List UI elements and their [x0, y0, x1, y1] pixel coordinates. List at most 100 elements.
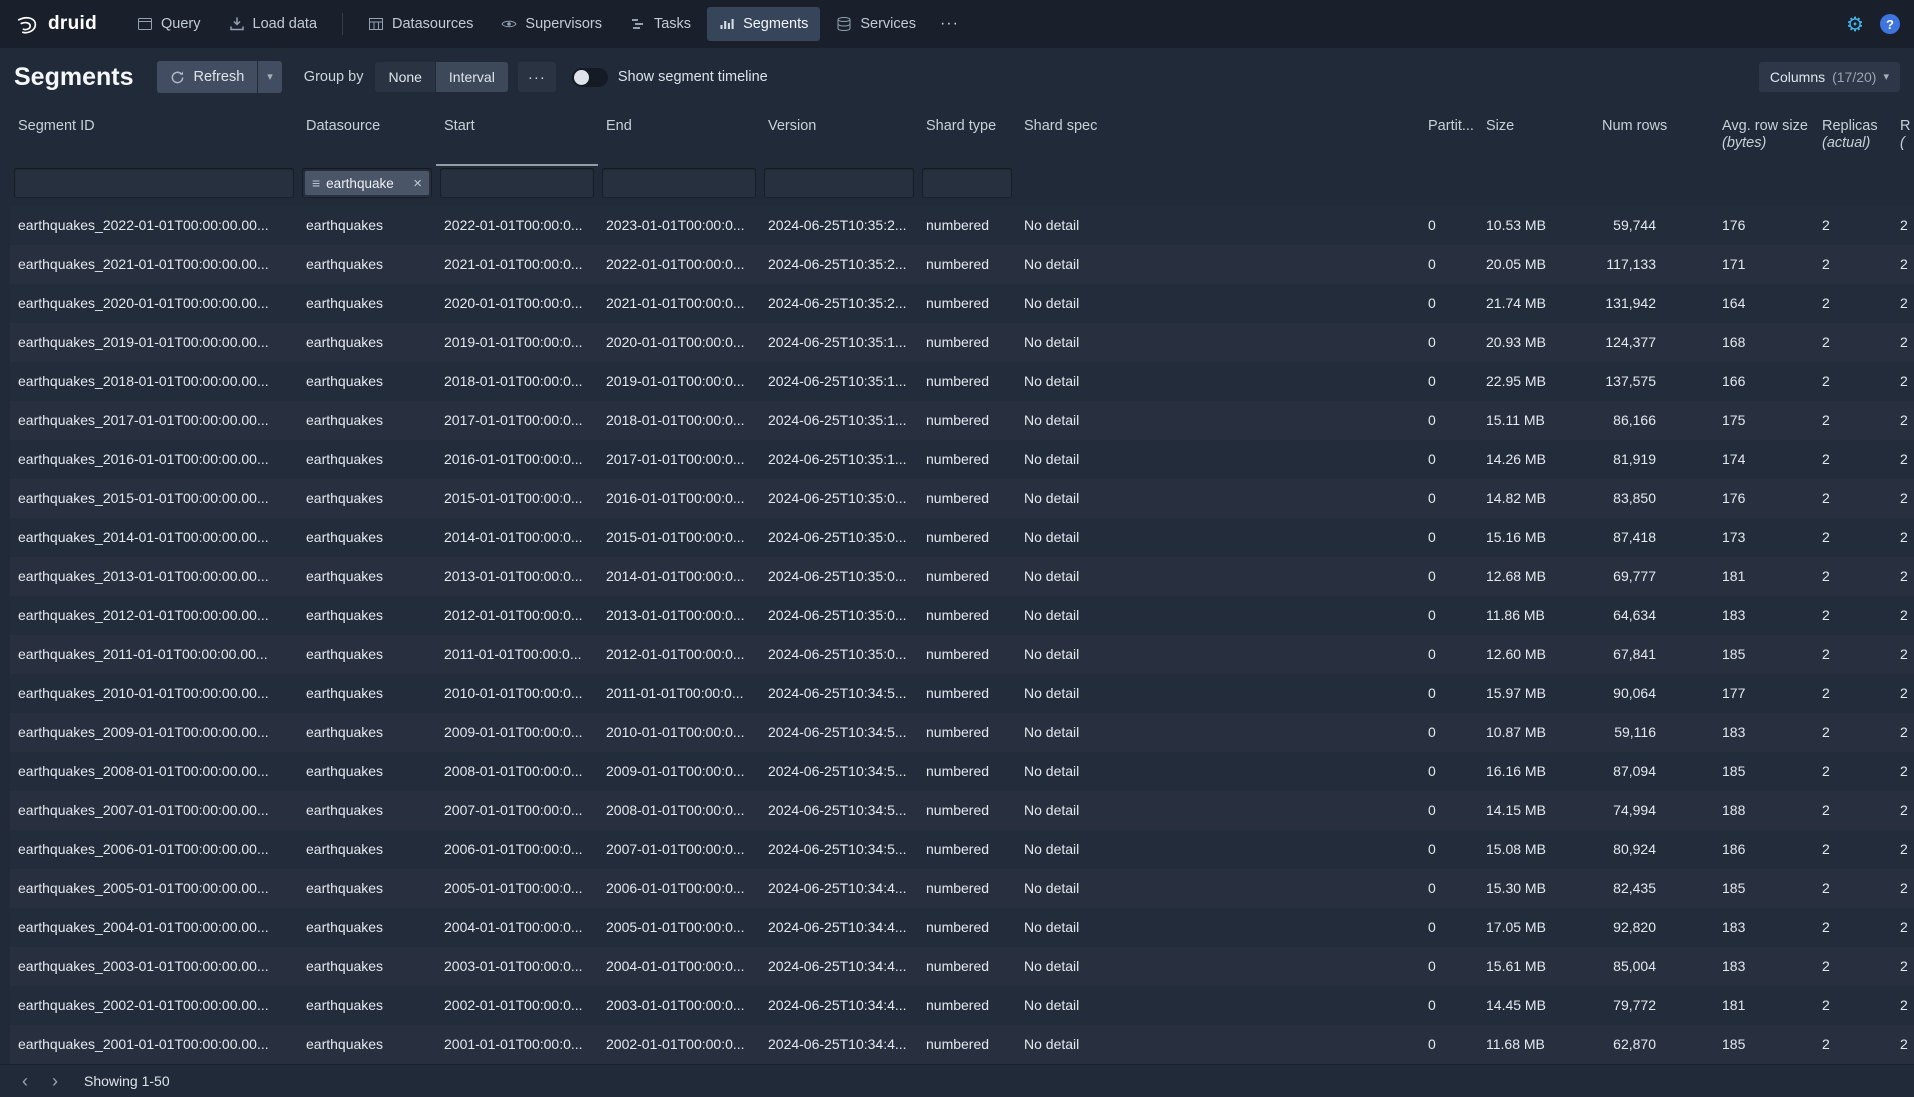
cell-segment_id[interactable]: earthquakes_2011-01-01T00:00:00.00...	[10, 635, 298, 674]
cell-datasource[interactable]: earthquakes	[298, 284, 436, 323]
cell-replicas[interactable]: 2	[1814, 362, 1892, 401]
col-header-end[interactable]: End	[598, 106, 760, 166]
cell-partition[interactable]: 0	[1420, 713, 1478, 752]
cell-avg_row_size[interactable]: 181	[1714, 986, 1814, 1025]
cell-end[interactable]: 2013-01-01T00:00:0...	[598, 596, 760, 635]
cell-start[interactable]: 2013-01-01T00:00:0...	[436, 557, 598, 596]
cell-version[interactable]: 2024-06-25T10:34:4...	[760, 947, 918, 986]
cell-start[interactable]: 2007-01-01T00:00:0...	[436, 791, 598, 830]
cell-avg_row_size[interactable]: 185	[1714, 869, 1814, 908]
cell-size[interactable]: 20.05 MB	[1478, 245, 1594, 284]
cell-size[interactable]: 17.05 MB	[1478, 908, 1594, 947]
cell-replication[interactable]: 2	[1892, 362, 1914, 401]
cell-version[interactable]: 2024-06-25T10:35:0...	[760, 557, 918, 596]
segment-row[interactable]: earthquakes_2007-01-01T00:00:00.00...ear…	[10, 791, 1914, 830]
cell-size[interactable]: 15.30 MB	[1478, 869, 1594, 908]
cell-shard_type[interactable]: numbered	[918, 635, 1016, 674]
cell-segment_id[interactable]: earthquakes_2005-01-01T00:00:00.00...	[10, 869, 298, 908]
cell-num_rows[interactable]: 131,942	[1594, 284, 1714, 323]
cell-segment_id[interactable]: earthquakes_2022-01-01T00:00:00.00...	[10, 206, 298, 245]
cell-end[interactable]: 2002-01-01T00:00:0...	[598, 1025, 760, 1064]
cell-start[interactable]: 2009-01-01T00:00:0...	[436, 713, 598, 752]
cell-num_rows[interactable]: 85,004	[1594, 947, 1714, 986]
cell-end[interactable]: 2022-01-01T00:00:0...	[598, 245, 760, 284]
cell-version[interactable]: 2024-06-25T10:35:1...	[760, 440, 918, 479]
segment-row[interactable]: earthquakes_2020-01-01T00:00:00.00...ear…	[10, 284, 1914, 323]
cell-avg_row_size[interactable]: 185	[1714, 1025, 1814, 1064]
cell-shard_type[interactable]: numbered	[918, 752, 1016, 791]
cell-size[interactable]: 15.11 MB	[1478, 401, 1594, 440]
more-options-button[interactable]: ···	[518, 62, 556, 92]
segment-row[interactable]: earthquakes_2022-01-01T00:00:00.00...ear…	[10, 206, 1914, 245]
segment-row[interactable]: earthquakes_2005-01-01T00:00:00.00...ear…	[10, 869, 1914, 908]
cell-version[interactable]: 2024-06-25T10:34:5...	[760, 830, 918, 869]
cell-avg_row_size[interactable]: 183	[1714, 908, 1814, 947]
cell-replicas[interactable]: 2	[1814, 440, 1892, 479]
cell-end[interactable]: 2011-01-01T00:00:0...	[598, 674, 760, 713]
remove-filter-icon[interactable]: ×	[413, 175, 422, 192]
cell-shard_type[interactable]: numbered	[918, 674, 1016, 713]
cell-replicas[interactable]: 2	[1814, 674, 1892, 713]
cell-version[interactable]: 2024-06-25T10:35:0...	[760, 518, 918, 557]
cell-datasource[interactable]: earthquakes	[298, 1025, 436, 1064]
cell-size[interactable]: 20.93 MB	[1478, 323, 1594, 362]
cell-version[interactable]: 2024-06-25T10:35:2...	[760, 245, 918, 284]
segment-row[interactable]: earthquakes_2018-01-01T00:00:00.00...ear…	[10, 362, 1914, 401]
cell-version[interactable]: 2024-06-25T10:35:1...	[760, 362, 918, 401]
cell-start[interactable]: 2006-01-01T00:00:0...	[436, 830, 598, 869]
cell-shard_spec[interactable]: No detail	[1016, 362, 1420, 401]
group-interval-button[interactable]: Interval	[436, 62, 508, 92]
cell-shard_type[interactable]: numbered	[918, 869, 1016, 908]
cell-segment_id[interactable]: earthquakes_2009-01-01T00:00:00.00...	[10, 713, 298, 752]
cell-avg_row_size[interactable]: 173	[1714, 518, 1814, 557]
cell-end[interactable]: 2016-01-01T00:00:0...	[598, 479, 760, 518]
cell-shard_spec[interactable]: No detail	[1016, 323, 1420, 362]
cell-shard_spec[interactable]: No detail	[1016, 518, 1420, 557]
cell-segment_id[interactable]: earthquakes_2019-01-01T00:00:00.00...	[10, 323, 298, 362]
cell-num_rows[interactable]: 79,772	[1594, 986, 1714, 1025]
cell-replication[interactable]: 2	[1892, 791, 1914, 830]
filter-start-input[interactable]	[440, 168, 594, 198]
filter-datasource-input[interactable]: ≡earthquake×	[302, 168, 432, 198]
cell-shard_spec[interactable]: No detail	[1016, 596, 1420, 635]
cell-start[interactable]: 2016-01-01T00:00:0...	[436, 440, 598, 479]
cell-shard_spec[interactable]: No detail	[1016, 713, 1420, 752]
cell-shard_type[interactable]: numbered	[918, 947, 1016, 986]
cell-replication[interactable]: 2	[1892, 635, 1914, 674]
cell-segment_id[interactable]: earthquakes_2020-01-01T00:00:00.00...	[10, 284, 298, 323]
cell-shard_spec[interactable]: No detail	[1016, 752, 1420, 791]
cell-replication[interactable]: 2	[1892, 947, 1914, 986]
cell-replicas[interactable]: 2	[1814, 557, 1892, 596]
cell-segment_id[interactable]: earthquakes_2007-01-01T00:00:00.00...	[10, 791, 298, 830]
cell-version[interactable]: 2024-06-25T10:35:2...	[760, 206, 918, 245]
cell-shard_type[interactable]: numbered	[918, 362, 1016, 401]
cell-size[interactable]: 11.86 MB	[1478, 596, 1594, 635]
cell-replication[interactable]: 2	[1892, 284, 1914, 323]
cell-segment_id[interactable]: earthquakes_2001-01-01T00:00:00.00...	[10, 1025, 298, 1064]
prev-page-button[interactable]: ‹	[10, 1068, 40, 1094]
settings-gear-icon[interactable]: ⚙	[1846, 14, 1864, 34]
cell-num_rows[interactable]: 80,924	[1594, 830, 1714, 869]
nav-item-segments[interactable]: Segments	[707, 7, 820, 41]
cell-num_rows[interactable]: 67,841	[1594, 635, 1714, 674]
cell-replication[interactable]: 2	[1892, 713, 1914, 752]
cell-datasource[interactable]: earthquakes	[298, 557, 436, 596]
cell-datasource[interactable]: earthquakes	[298, 752, 436, 791]
cell-num_rows[interactable]: 137,575	[1594, 362, 1714, 401]
cell-replication[interactable]: 2	[1892, 557, 1914, 596]
segment-row[interactable]: earthquakes_2013-01-01T00:00:00.00...ear…	[10, 557, 1914, 596]
cell-end[interactable]: 2021-01-01T00:00:0...	[598, 284, 760, 323]
cell-replicas[interactable]: 2	[1814, 284, 1892, 323]
cell-shard_spec[interactable]: No detail	[1016, 245, 1420, 284]
cell-num_rows[interactable]: 92,820	[1594, 908, 1714, 947]
cell-replication[interactable]: 2	[1892, 908, 1914, 947]
cell-replication[interactable]: 2	[1892, 323, 1914, 362]
cell-avg_row_size[interactable]: 188	[1714, 791, 1814, 830]
cell-shard_type[interactable]: numbered	[918, 596, 1016, 635]
cell-shard_type[interactable]: numbered	[918, 245, 1016, 284]
nav-item-query[interactable]: Query	[125, 7, 213, 41]
cell-num_rows[interactable]: 59,744	[1594, 206, 1714, 245]
cell-segment_id[interactable]: earthquakes_2014-01-01T00:00:00.00...	[10, 518, 298, 557]
segment-row[interactable]: earthquakes_2004-01-01T00:00:00.00...ear…	[10, 908, 1914, 947]
nav-item-load-data[interactable]: Load data	[217, 7, 330, 41]
